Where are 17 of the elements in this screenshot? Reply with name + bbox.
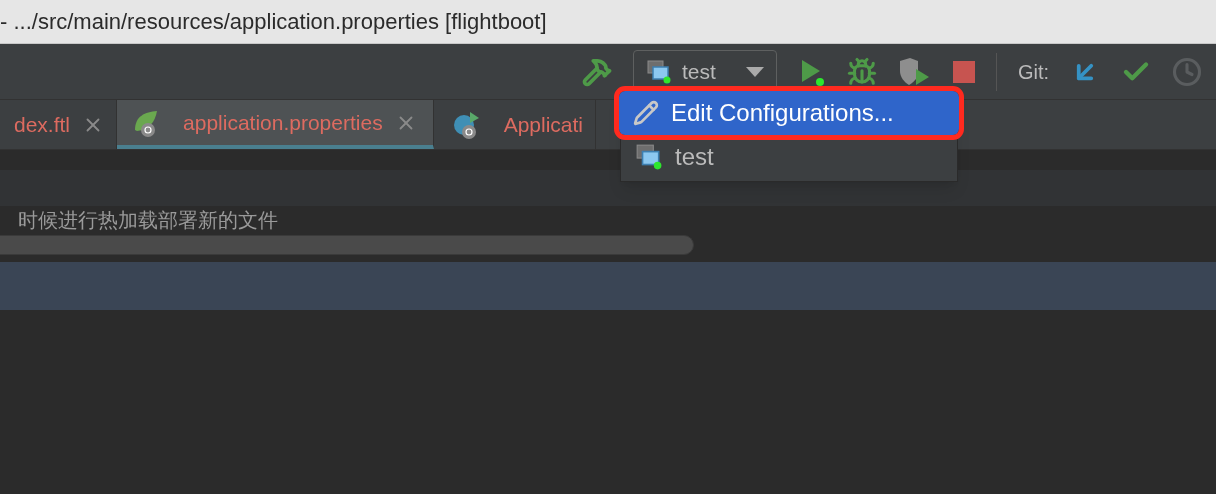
scrollbar[interactable] [0,235,694,255]
comment-text: 时候进行热加载部署新的文件 [17,208,278,232]
tab-label: application.properties [182,109,383,136]
caret-icon [745,66,764,77]
tab-label: Applicati [502,111,584,138]
menu-item[interactable]: test [621,135,957,179]
run-config-icon [635,143,663,171]
bug-icon[interactable] [846,56,877,87]
editor-tab[interactable]: Applicati [433,100,597,149]
tab-label: dex.ftl [13,111,71,138]
run-config-icon [645,58,672,85]
pencil-icon [633,100,659,126]
hammer-icon[interactable] [581,56,612,87]
stop-icon[interactable] [952,60,975,83]
git-label: Git: [1017,59,1049,85]
clock-icon[interactable] [1172,56,1202,87]
window-title: - .../src/main/resources/application.properties [flightboot] [0,8,547,36]
